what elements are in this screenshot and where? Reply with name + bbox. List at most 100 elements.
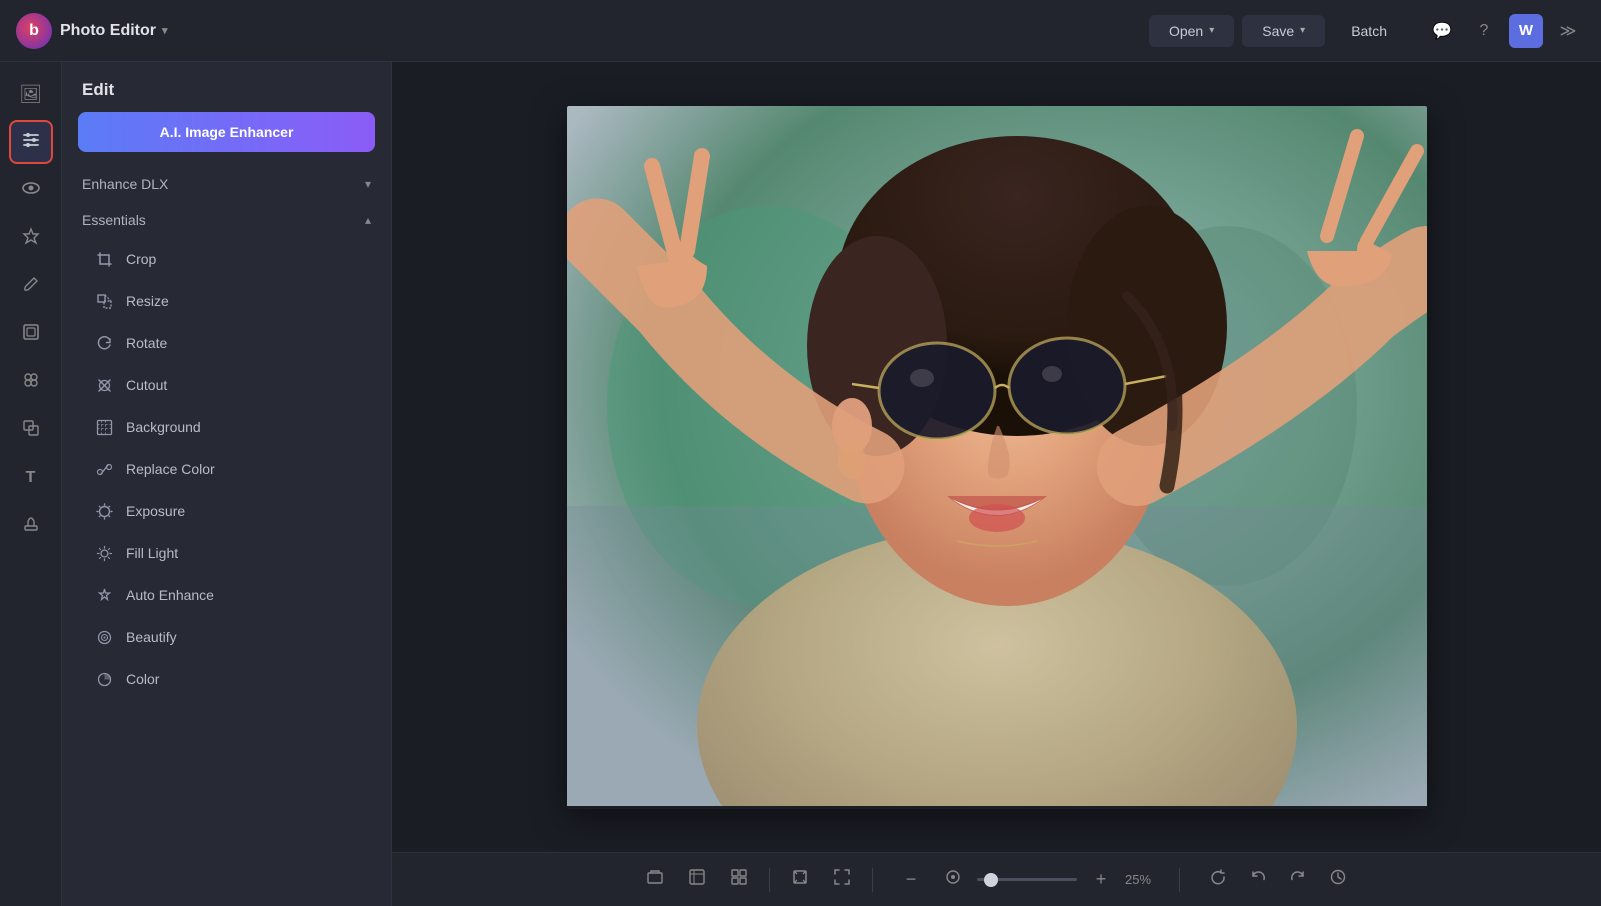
refresh-icon <box>1209 868 1227 891</box>
background-icon <box>94 417 114 437</box>
ai-enhancer-button[interactable]: A.I. Image Enhancer <box>78 112 375 152</box>
menu-item-exposure[interactable]: Exposure <box>74 490 379 532</box>
edit-panel-title: Edit <box>62 62 391 112</box>
menu-item-background[interactable]: Background <box>74 406 379 448</box>
fill-light-label: Fill Light <box>126 545 178 561</box>
separator-2 <box>872 868 873 892</box>
batch-button[interactable]: Batch <box>1333 15 1405 47</box>
icon-bar-adjust[interactable] <box>9 120 53 164</box>
menu-item-cutout[interactable]: Cutout <box>74 364 379 406</box>
adjust-sliders-icon <box>21 130 41 155</box>
layers-icon <box>21 370 41 395</box>
expand-icon: ≫ <box>1560 21 1577 41</box>
undo-button[interactable] <box>1240 862 1276 898</box>
icon-bar-view[interactable] <box>9 168 53 212</box>
topbar: b Photo Editor ▾ Open ▾ Save ▾ Batch 💬 ?… <box>0 0 1601 62</box>
menu-item-crop[interactable]: Crop <box>74 238 379 280</box>
replace-color-icon <box>94 459 114 479</box>
open-label: Open <box>1169 23 1203 39</box>
zoom-percentage: 25% <box>1125 872 1159 887</box>
app-title-label: Photo Editor <box>60 22 156 40</box>
beautify-icon <box>94 627 114 647</box>
auto-enhance-label: Auto Enhance <box>126 587 214 603</box>
edit-toggle-button[interactable] <box>679 862 715 898</box>
crop-icon <box>94 249 114 269</box>
fullfit-icon <box>833 868 851 891</box>
crop-label: Crop <box>126 251 156 267</box>
menu-item-rotate[interactable]: Rotate <box>74 322 379 364</box>
eye-icon <box>21 178 41 203</box>
separator-3 <box>1179 868 1180 892</box>
zoom-slider[interactable] <box>977 878 1077 881</box>
zoom-out-icon: − <box>906 869 917 890</box>
photo-canvas <box>567 106 1427 806</box>
layers-toggle-icon <box>646 868 664 891</box>
grid-button[interactable] <box>721 862 757 898</box>
redo-button[interactable] <box>1280 862 1316 898</box>
main-area: 🖼 <box>0 62 1601 906</box>
comment-button[interactable]: 💬 <box>1425 14 1459 48</box>
icon-bar: 🖼 <box>0 62 62 906</box>
user-menu-button[interactable]: W <box>1509 14 1543 48</box>
save-label: Save <box>1262 23 1294 39</box>
separator-1 <box>769 868 770 892</box>
menu-item-fill-light[interactable]: Fill Light <box>74 532 379 574</box>
exposure-label: Exposure <box>126 503 185 519</box>
undo-icon <box>1249 868 1267 891</box>
essentials-section-header[interactable]: Essentials ▴ <box>66 202 387 238</box>
fit-view-icon <box>791 868 809 891</box>
brush-icon <box>21 274 41 299</box>
effects-icon <box>21 226 41 251</box>
icon-bar-effects[interactable] <box>9 216 53 260</box>
title-chevron-icon: ▾ <box>162 24 168 37</box>
menu-item-resize[interactable]: Resize <box>74 280 379 322</box>
auto-enhance-icon <box>94 585 114 605</box>
history-button[interactable] <box>1320 862 1356 898</box>
cutout-label: Cutout <box>126 377 167 393</box>
icon-bar-text[interactable]: T <box>9 456 53 500</box>
menu-item-auto-enhance[interactable]: Auto Enhance <box>74 574 379 616</box>
redo-icon <box>1289 868 1307 891</box>
batch-label: Batch <box>1351 23 1387 39</box>
icon-bar-brush[interactable] <box>9 264 53 308</box>
menu-item-beautify[interactable]: Beautify <box>74 616 379 658</box>
rotate-icon <box>94 333 114 353</box>
zoom-out-button[interactable]: − <box>893 862 929 898</box>
rotate-label: Rotate <box>126 335 167 351</box>
photo-icon: 🖼 <box>19 84 42 105</box>
icon-bar-layers[interactable] <box>9 360 53 404</box>
fit-view-button[interactable] <box>782 862 818 898</box>
expand-button[interactable]: ≫ <box>1551 14 1585 48</box>
resize-label: Resize <box>126 293 169 309</box>
icon-bar-overlay[interactable] <box>9 408 53 452</box>
color-icon <box>94 669 114 689</box>
help-icon: ? <box>1480 22 1489 40</box>
menu-item-color[interactable]: Color <box>74 658 379 700</box>
help-button[interactable]: ? <box>1467 14 1501 48</box>
enhance-dlx-section-header[interactable]: Enhance DLX ▾ <box>66 166 387 202</box>
app-logo: b <box>16 13 52 49</box>
topbar-action-icons: 💬 ? W ≫ <box>1425 14 1585 48</box>
refresh-button[interactable] <box>1200 862 1236 898</box>
history-icon <box>1329 868 1347 891</box>
essentials-arrow: ▴ <box>365 213 371 227</box>
open-button[interactable]: Open ▾ <box>1149 15 1234 47</box>
enhance-dlx-label: Enhance DLX <box>82 176 168 192</box>
enhance-dlx-arrow: ▾ <box>365 177 371 191</box>
text-icon: T <box>26 469 36 487</box>
app-title-button[interactable]: Photo Editor ▾ <box>60 22 168 40</box>
edit-panel-scroll: Enhance DLX ▾ Essentials ▴ Crop <box>62 166 391 906</box>
user-initial: W <box>1519 22 1533 39</box>
icon-bar-photo[interactable]: 🖼 <box>9 72 53 116</box>
exposure-icon <box>94 501 114 521</box>
menu-item-replace-color[interactable]: Replace Color <box>74 448 379 490</box>
zoom-reset-button[interactable] <box>935 862 971 898</box>
save-chevron-icon: ▾ <box>1300 25 1305 36</box>
icon-bar-stamp[interactable] <box>9 504 53 548</box>
icon-bar-frame[interactable] <box>9 312 53 356</box>
layers-toggle-button[interactable] <box>637 862 673 898</box>
zoom-in-icon: + <box>1096 869 1107 890</box>
zoom-in-button[interactable]: + <box>1083 862 1119 898</box>
save-button[interactable]: Save ▾ <box>1242 15 1325 47</box>
fullfit-button[interactable] <box>824 862 860 898</box>
